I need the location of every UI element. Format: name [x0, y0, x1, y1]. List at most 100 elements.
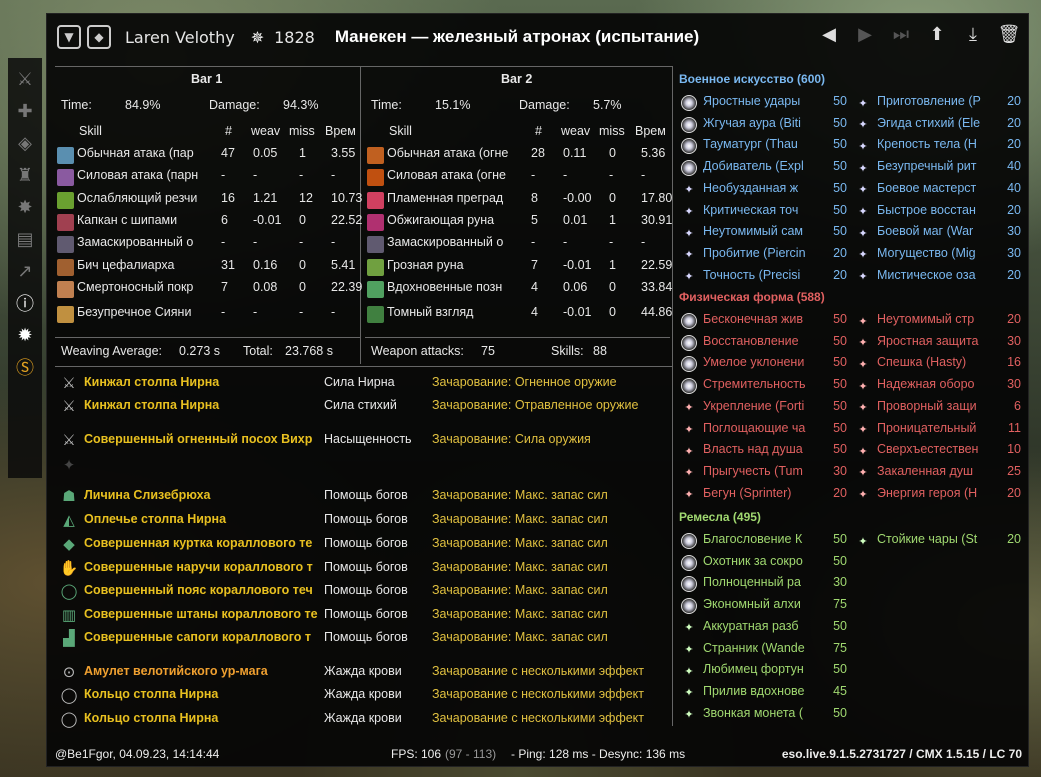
cp-name: Аккуратная разб — [703, 618, 799, 633]
star-icon: ✦ — [684, 205, 694, 218]
column-header: # — [535, 124, 542, 138]
skill-count: 28 — [531, 146, 545, 160]
cp-value: 16 — [1007, 355, 1021, 370]
skill-count: - — [531, 168, 536, 183]
column-header: Врем — [325, 124, 356, 138]
cp-name: Прыгучесть (Tum — [703, 463, 803, 478]
slotted-star-icon — [681, 576, 697, 593]
axe-icon[interactable]: ⚔ — [12, 66, 38, 92]
helmet-icon: ☗ — [62, 487, 76, 505]
staff-icon: ⚔ — [62, 431, 76, 449]
skill-weave: 1.21 — [253, 190, 278, 205]
cp-value: 50 — [833, 333, 847, 348]
cp-value: 40 — [1007, 180, 1021, 195]
slotted-star-icon — [681, 313, 697, 329]
column-header: Skill — [79, 124, 102, 138]
divider — [55, 366, 672, 367]
skill-count: 4 — [531, 305, 538, 320]
skill-name: Пламенная преград — [387, 190, 504, 205]
gear-item-name: Личина Слизебрюха — [84, 488, 211, 502]
skill-weave: - — [253, 168, 258, 183]
dagger-icon: ⚔ — [62, 397, 76, 415]
skill-icon — [367, 306, 384, 324]
cp-name: Неутомимый сам — [703, 224, 804, 239]
star-icon: ✦ — [684, 226, 694, 240]
cp-value: 20 — [1007, 202, 1021, 217]
gear-item-name: Кинжал столпа Нирна — [84, 375, 220, 389]
star-icon: ✦ — [858, 118, 868, 132]
slotted-star-icon — [681, 378, 697, 395]
gear-enchantment: Зачарование с несколькими эффект — [432, 687, 645, 701]
star-icon: ✦ — [684, 401, 694, 415]
skill-name: Силовая атака (парн — [77, 168, 199, 183]
cp-name: Стремительность — [703, 377, 806, 392]
gear-set-name: Жажда крови — [324, 664, 402, 678]
skull-icon[interactable]: ✸ — [12, 194, 38, 220]
bar-title: Bar 1 — [191, 72, 223, 86]
cp-name: Бесконечная жив — [703, 312, 803, 326]
heal-icon[interactable]: ✚ — [12, 98, 38, 124]
castle-icon[interactable]: ♜ — [12, 162, 38, 188]
divider — [55, 337, 360, 338]
info-icon[interactable]: ⓘ — [12, 290, 38, 316]
cp-value: 50 — [833, 312, 847, 326]
cp-name: Полноценный ра — [703, 575, 801, 590]
star-icon: ✦ — [858, 401, 868, 415]
upload-icon[interactable]: ⬆ — [926, 22, 948, 46]
skill-miss: 0 — [609, 305, 616, 320]
star-icon: ✦ — [684, 488, 694, 502]
settings-icon[interactable]: ✹ — [12, 322, 38, 348]
skill-icon — [57, 147, 74, 164]
header: ▼ ◆ Laren Velothy ✵ 1828 Манекен — желез… — [47, 14, 1030, 60]
scroll-icon[interactable]: ▤ — [12, 226, 38, 252]
save-icon[interactable]: ⤓ — [962, 22, 984, 46]
slotted-star-icon — [681, 533, 697, 549]
gear-enchantment: Зачарование: Макс. запас сил — [432, 512, 608, 526]
last-fight-icon[interactable]: ⏭ — [890, 22, 912, 46]
gear-enchantment: Зачарование: Огненное оружие — [432, 375, 617, 389]
divider — [672, 66, 673, 726]
damage-label: Damage: — [209, 98, 260, 112]
skill-icon — [57, 169, 74, 187]
skill-count: - — [221, 235, 226, 250]
damage-value: 94.3% — [283, 98, 319, 112]
legs-icon: ▥ — [61, 606, 77, 624]
delete-icon[interactable]: 🗑 — [998, 22, 1021, 46]
skill-weave: -0.01 — [563, 257, 592, 272]
star-icon: ✦ — [684, 466, 694, 480]
skill-time: - — [641, 168, 646, 183]
cp-value: 30 — [1007, 245, 1021, 260]
star-icon: ✦ — [684, 183, 694, 197]
cp-name: Укрепление (Forti — [703, 398, 805, 413]
shoulder-icon: ◭ — [63, 511, 75, 529]
prev-fight-icon[interactable]: ◀ — [818, 22, 840, 46]
dagger-icon: ⚔ — [62, 374, 76, 392]
cp-name: Сверхъестествен — [877, 442, 979, 457]
shield-icon[interactable]: ◈ — [12, 130, 38, 156]
star-icon: ✦ — [684, 664, 694, 678]
gold-icon[interactable]: Ⓢ — [12, 354, 38, 380]
gear-enchantment: Зачарование: Макс. запас сил — [432, 630, 608, 644]
total-value: 23.768 s — [285, 344, 333, 358]
damage-label: Damage: — [519, 98, 570, 112]
cp-value: 50 — [833, 442, 847, 457]
skill-weave: - — [253, 235, 258, 250]
star-icon: ✦ — [684, 270, 694, 284]
cp-value: 50 — [833, 202, 847, 217]
skill-time: 22.39 — [331, 279, 363, 294]
divider — [365, 337, 670, 338]
cp-name: Благословение К — [703, 532, 803, 546]
cp-name: Добиватель (Expl — [703, 159, 804, 174]
graph-icon[interactable]: ↗ — [12, 258, 38, 284]
skills-label: Skills: — [551, 344, 584, 358]
cp-name: Восстановление — [703, 333, 799, 348]
next-fight-icon[interactable]: ▶ — [854, 22, 876, 46]
skill-time: 17.80 — [641, 190, 673, 205]
fps-value: FPS: 106 — [391, 747, 442, 761]
skill-weave: -0.01 — [563, 305, 592, 320]
cp-name: Эгида стихий (Ele — [877, 115, 981, 130]
skill-icon — [367, 191, 384, 209]
gear-set-name: Жажда крови — [324, 711, 402, 725]
star-icon: ✦ — [858, 226, 868, 240]
gear-set-name: Сила Нирна — [324, 375, 395, 389]
